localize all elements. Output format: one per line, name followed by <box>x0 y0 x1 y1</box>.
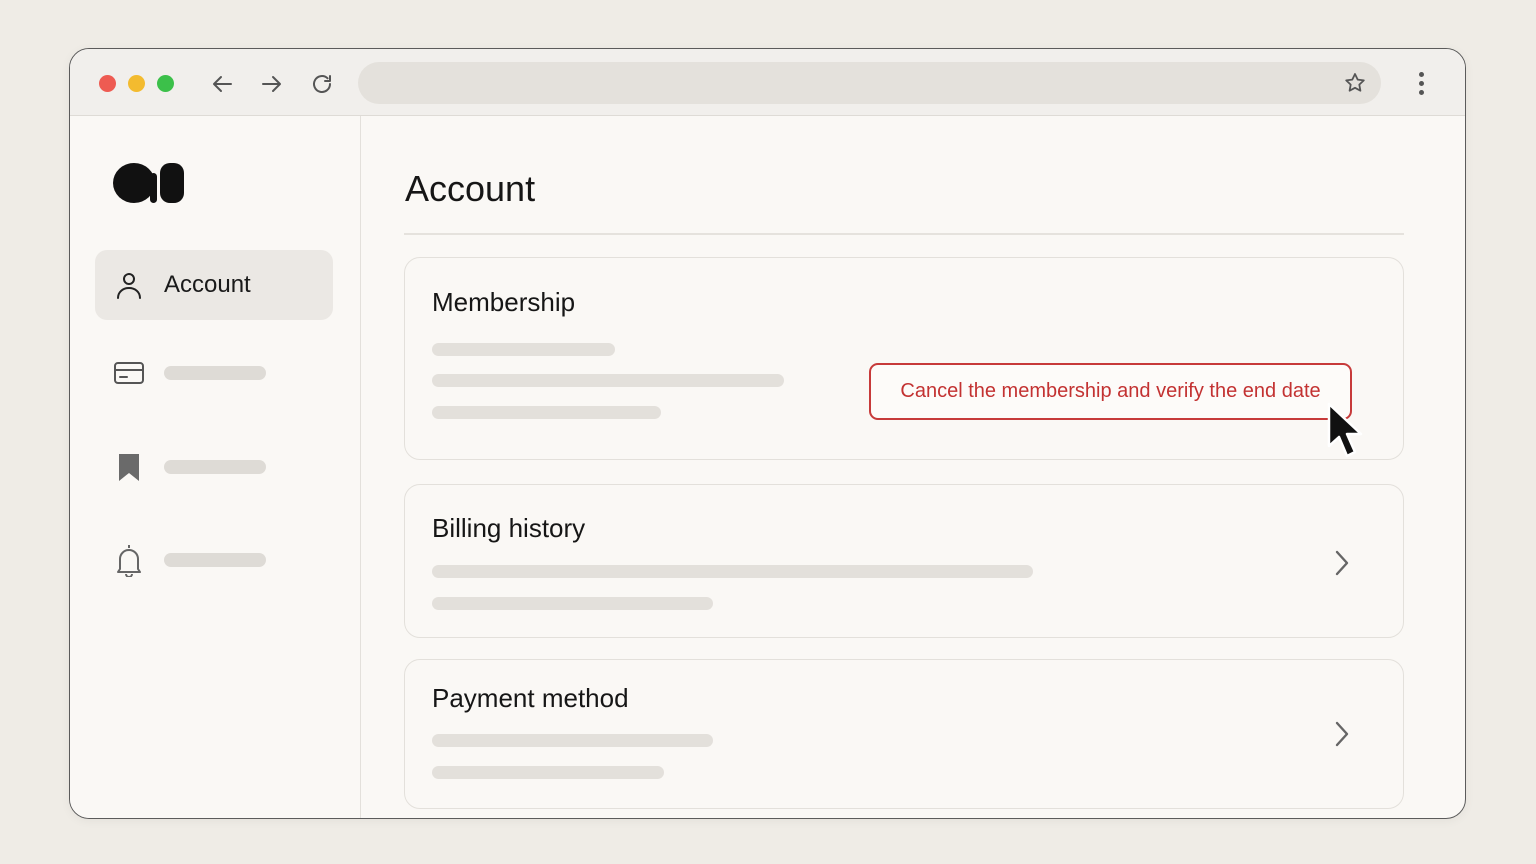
sidebar-item-saved[interactable] <box>95 432 333 502</box>
main-content: Account Membership Cancel the membership… <box>362 116 1465 818</box>
chevron-right-icon[interactable] <box>1329 718 1353 750</box>
sidebar-item-placeholder <box>164 553 266 567</box>
browser-window: Account Account Membership Cancel the me… <box>69 48 1466 819</box>
mouse-pointer-icon <box>1327 402 1363 458</box>
page-title: Account <box>405 168 536 209</box>
minimize-window-button[interactable] <box>128 75 145 92</box>
bookmark-icon <box>113 451 145 483</box>
text-placeholder <box>432 734 713 747</box>
card-title: Billing history <box>432 513 586 543</box>
text-placeholder <box>432 374 784 387</box>
sidebar: Account <box>70 116 361 818</box>
close-window-button[interactable] <box>99 75 116 92</box>
billing-history-card[interactable]: Billing history <box>404 484 1404 638</box>
credit-card-icon <box>113 357 145 389</box>
maximize-window-button[interactable] <box>157 75 174 92</box>
sidebar-item-account[interactable]: Account <box>95 250 333 320</box>
forward-button[interactable] <box>256 69 286 99</box>
sidebar-item-label: Account <box>164 271 251 298</box>
cancel-membership-button[interactable]: Cancel the membership and verify the end… <box>869 363 1352 420</box>
text-placeholder <box>432 343 615 356</box>
chevron-right-icon[interactable] <box>1329 547 1353 579</box>
star-icon[interactable] <box>1343 71 1367 95</box>
reload-button[interactable] <box>307 69 337 99</box>
more-vertical-icon[interactable] <box>1411 69 1431 97</box>
text-placeholder <box>432 406 661 419</box>
text-placeholder <box>432 565 1033 578</box>
reload-icon <box>313 75 331 93</box>
address-bar[interactable] <box>358 62 1381 104</box>
back-button[interactable] <box>208 69 238 99</box>
title-divider <box>404 233 1404 235</box>
user-icon <box>113 269 145 301</box>
text-placeholder <box>432 597 713 610</box>
app-logo <box>113 163 184 203</box>
sidebar-item-placeholder <box>164 366 266 380</box>
arrow-left-icon <box>213 76 232 92</box>
card-title: Membership <box>432 287 576 317</box>
membership-card: Membership Cancel the membership and ver… <box>404 257 1404 460</box>
sidebar-item-payments[interactable] <box>95 338 333 408</box>
browser-toolbar <box>70 49 1465 116</box>
text-placeholder <box>432 766 664 779</box>
sidebar-item-placeholder <box>164 460 266 474</box>
card-title: Payment method <box>432 683 629 713</box>
arrow-right-icon <box>262 76 281 92</box>
payment-method-card[interactable]: Payment method <box>404 659 1404 809</box>
bell-icon <box>113 544 145 577</box>
sidebar-item-notifications[interactable] <box>95 525 333 595</box>
